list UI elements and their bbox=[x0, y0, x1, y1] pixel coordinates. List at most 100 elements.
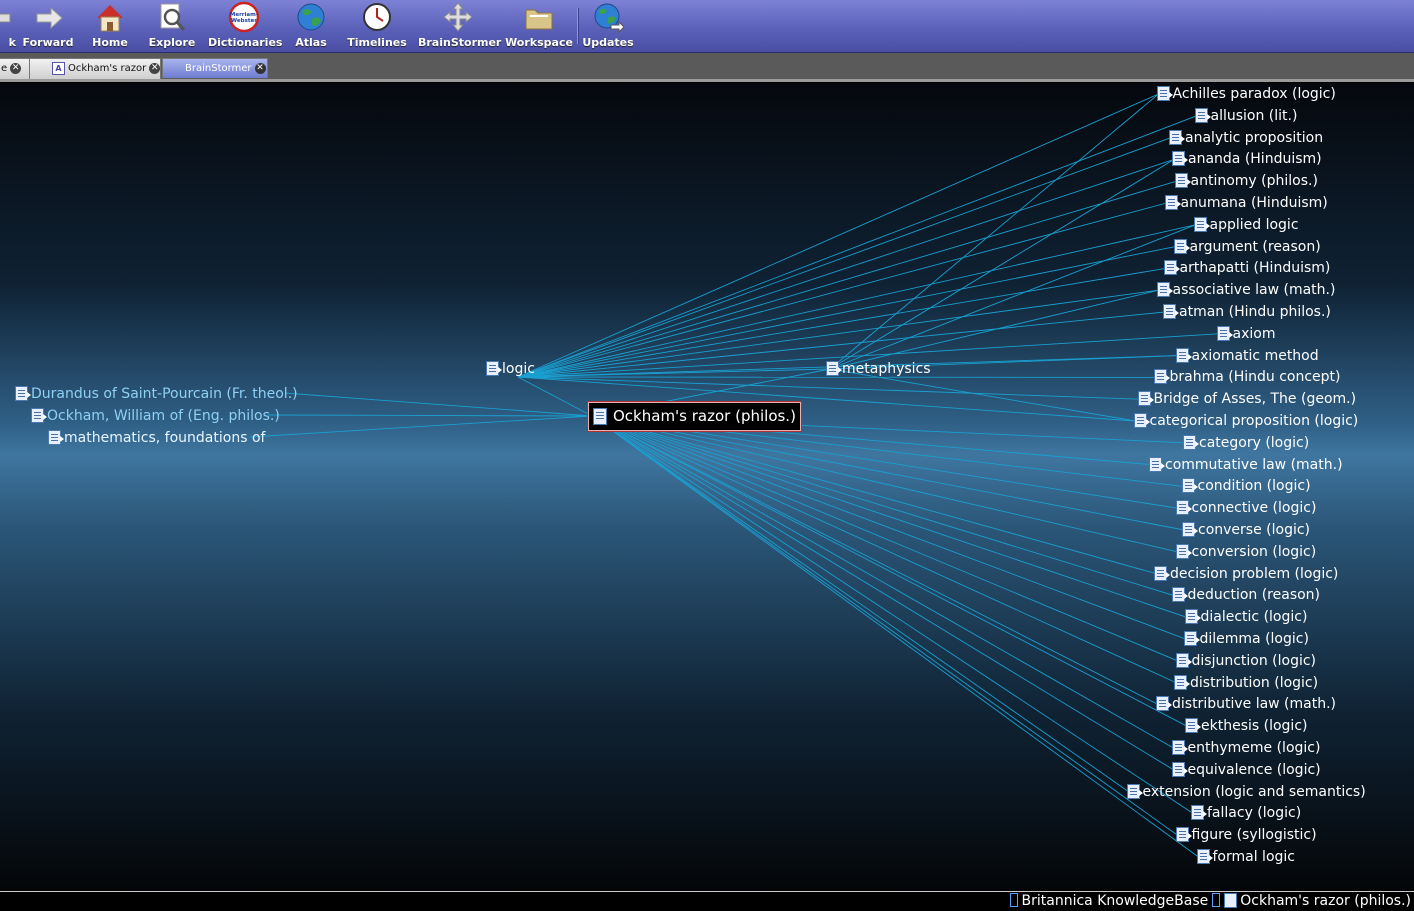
topic-node[interactable]: Achilles paradox (logic) bbox=[1157, 85, 1336, 103]
hub-node-metaphysics[interactable]: metaphysics bbox=[826, 360, 931, 378]
left-node[interactable]: Durandus of Saint-Pourcain (Fr. theol.) bbox=[15, 385, 298, 403]
topic-node[interactable]: distributive law (math.) bbox=[1156, 695, 1336, 713]
topic-label: figure (syllogistic) bbox=[1192, 827, 1317, 843]
topic-node[interactable]: commutative law (math.) bbox=[1149, 456, 1343, 474]
topic-node[interactable]: extension (logic and semantics) bbox=[1127, 783, 1366, 801]
topic-node[interactable]: categorical proposition (logic) bbox=[1134, 412, 1359, 430]
document-icon bbox=[593, 408, 607, 425]
workspace-button[interactable]: Workspace bbox=[504, 0, 574, 52]
topic-node[interactable]: enthymeme (logic) bbox=[1172, 739, 1321, 757]
link-line bbox=[518, 225, 1196, 377]
left-node[interactable]: Ockham, William of (Eng. philos.) bbox=[31, 407, 280, 425]
clock-icon bbox=[360, 1, 394, 35]
document-icon bbox=[31, 408, 44, 423]
topic-node[interactable]: Bridge of Asses, The (geom.) bbox=[1138, 390, 1357, 408]
topic-node[interactable]: disjunction (logic) bbox=[1176, 652, 1317, 670]
topic-node[interactable]: figure (syllogistic) bbox=[1176, 826, 1317, 844]
topic-node[interactable]: atman (Hindu philos.) bbox=[1163, 303, 1331, 321]
topic-node[interactable]: connective (logic) bbox=[1176, 499, 1317, 517]
toolbar-separator bbox=[577, 8, 579, 44]
atlas-button[interactable]: Atlas bbox=[288, 0, 334, 52]
close-icon[interactable]: ✕ bbox=[255, 63, 266, 74]
topic-node[interactable]: ekthesis (logic) bbox=[1185, 717, 1307, 735]
brainstormer-button-label: BrainStormer bbox=[418, 36, 498, 49]
topic-node[interactable]: applied logic bbox=[1194, 216, 1299, 234]
topic-node[interactable]: axiomatic method bbox=[1176, 347, 1319, 365]
forward-button[interactable]: Forward bbox=[20, 0, 76, 52]
topic-node[interactable]: argument (reason) bbox=[1174, 238, 1321, 256]
topic-label: distributive law (math.) bbox=[1172, 696, 1336, 712]
hub-node-logic[interactable]: logic bbox=[486, 360, 535, 378]
topic-node[interactable]: formal logic bbox=[1197, 848, 1296, 866]
close-icon[interactable]: ✕ bbox=[10, 63, 21, 74]
topic-node[interactable]: decision problem (logic) bbox=[1154, 565, 1338, 583]
document-icon bbox=[1195, 108, 1208, 123]
main-toolbar: k Forward Home Explore Merriam-Webster D… bbox=[0, 0, 1414, 53]
tab-previous[interactable]: e✕ bbox=[0, 58, 30, 79]
document-icon bbox=[1197, 849, 1210, 864]
home-button[interactable]: Home bbox=[86, 0, 134, 52]
topic-node[interactable]: ananda (Hinduism) bbox=[1172, 150, 1322, 168]
node-label: Durandus of Saint-Pourcain (Fr. theol.) bbox=[31, 386, 298, 402]
document-icon bbox=[1134, 413, 1147, 428]
topic-node[interactable]: deduction (reason) bbox=[1172, 586, 1321, 604]
status-source[interactable]: Britannica KnowledgeBase bbox=[1022, 893, 1209, 909]
status-current[interactable]: Ockham's razor (philos.) bbox=[1240, 893, 1411, 909]
topic-node[interactable]: dialectic (logic) bbox=[1185, 608, 1308, 626]
document-icon bbox=[1176, 827, 1189, 842]
topic-label: associative law (math.) bbox=[1173, 282, 1336, 298]
topic-node[interactable]: brahma (Hindu concept) bbox=[1154, 368, 1341, 386]
back-button[interactable]: k bbox=[0, 0, 16, 52]
link-line bbox=[592, 416, 1199, 857]
tab-ockhams-razor[interactable]: AOckham's razor✕ bbox=[29, 58, 161, 79]
topic-node[interactable]: equivalence (logic) bbox=[1172, 761, 1321, 779]
topic-node[interactable]: anumana (Hinduism) bbox=[1165, 194, 1328, 212]
svg-text:Webster: Webster bbox=[231, 18, 257, 24]
center-node[interactable]: Ockham's razor (philos.) bbox=[588, 402, 801, 431]
topic-node[interactable]: antinomy (philos.) bbox=[1175, 172, 1318, 190]
topic-node[interactable]: associative law (math.) bbox=[1157, 281, 1336, 299]
document-icon bbox=[1154, 566, 1167, 581]
updates-button[interactable]: Updates bbox=[582, 0, 634, 52]
topic-label: converse (logic) bbox=[1198, 522, 1310, 538]
topic-node[interactable]: analytic proposition bbox=[1169, 129, 1323, 147]
tab-brainstormer[interactable]: BrainStormer✕ bbox=[162, 58, 268, 78]
document-icon bbox=[1157, 86, 1170, 101]
topic-label: connective (logic) bbox=[1192, 500, 1317, 516]
document-icon bbox=[1194, 217, 1207, 232]
folder-icon bbox=[522, 1, 556, 35]
topic-node[interactable]: condition (logic) bbox=[1182, 477, 1311, 495]
document-icon bbox=[1185, 609, 1198, 624]
brainstormer-canvas[interactable]: logic metaphysics Durandus of Saint-Pour… bbox=[0, 83, 1414, 891]
topic-node[interactable]: fallacy (logic) bbox=[1191, 804, 1301, 822]
topic-node[interactable]: converse (logic) bbox=[1182, 521, 1310, 539]
status-breadcrumb: Britannica KnowledgeBase Ockham's razor (… bbox=[1006, 892, 1411, 911]
document-icon bbox=[1185, 718, 1198, 733]
topic-node[interactable]: allusion (lit.) bbox=[1195, 107, 1298, 125]
link-line bbox=[592, 416, 1178, 835]
status-bar: Britannica KnowledgeBase Ockham's razor (… bbox=[0, 891, 1414, 911]
brainstormer-button[interactable]: BrainStormer bbox=[418, 0, 498, 52]
dictionaries-button[interactable]: Merriam-Webster Dictionaries bbox=[208, 0, 280, 52]
atlas-button-label: Atlas bbox=[288, 36, 334, 49]
link-line bbox=[268, 415, 592, 416]
topic-node[interactable]: distribution (logic) bbox=[1174, 674, 1318, 692]
topic-node[interactable]: conversion (logic) bbox=[1176, 543, 1317, 561]
link-line bbox=[592, 416, 1174, 595]
document-icon bbox=[1172, 740, 1185, 755]
topic-node[interactable]: axiom bbox=[1217, 325, 1276, 343]
topic-node[interactable]: arthapatti (Hinduism) bbox=[1164, 259, 1331, 277]
close-icon[interactable]: ✕ bbox=[149, 63, 160, 74]
topic-node[interactable]: dilemma (logic) bbox=[1184, 630, 1309, 648]
link-line bbox=[592, 416, 1174, 748]
topic-label: analytic proposition bbox=[1185, 130, 1323, 146]
document-icon bbox=[1175, 173, 1188, 188]
timelines-button[interactable]: Timelines bbox=[346, 0, 408, 52]
back-button-label: k bbox=[0, 36, 16, 49]
left-node[interactable]: mathematics, foundations of bbox=[48, 429, 265, 447]
document-icon bbox=[1164, 260, 1177, 275]
explore-button[interactable]: Explore bbox=[144, 0, 200, 52]
hub-label: metaphysics bbox=[842, 361, 931, 377]
topic-node[interactable]: category (logic) bbox=[1183, 434, 1309, 452]
document-icon bbox=[1183, 435, 1196, 450]
